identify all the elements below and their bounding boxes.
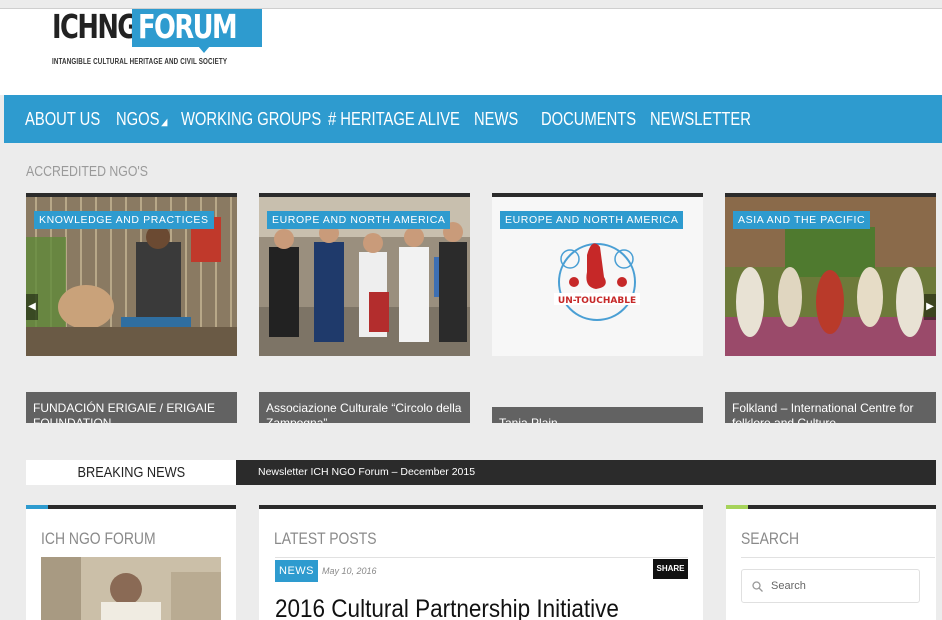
nav-label: NGOS xyxy=(116,109,160,129)
breaking-news-text: BREAKING NEWS xyxy=(77,464,185,481)
ngo-card-title[interactable]: Associazione Culturale “Circolo della Za… xyxy=(259,392,470,423)
panel-accent xyxy=(726,505,748,509)
ngo-card-tag[interactable]: KNOWLEDGE AND PRACTICES xyxy=(34,211,214,229)
ngo-card[interactable]: UN-TOUCHABLE EUROPE AND NORTH AMERICA Ta… xyxy=(492,193,703,423)
main-nav: ABOUT US NGOS ◢ WORKING GROUPS # HERITAGE… xyxy=(4,95,942,143)
nav-item-documents[interactable]: DOCUMENTS xyxy=(541,95,636,143)
search-panel: SEARCH xyxy=(726,505,936,620)
slider-prev-icon[interactable]: ◀ xyxy=(26,294,38,320)
nav-item-about-us[interactable]: ABOUT US xyxy=(25,95,100,143)
ngo-card[interactable]: EUROPE AND NORTH AMERICA Associazione Cu… xyxy=(259,193,470,423)
category-badge[interactable]: NEWS xyxy=(275,560,318,582)
nav-label: WORKING GROUPS xyxy=(181,109,322,129)
divider xyxy=(275,557,688,558)
untouchable-logo-text: UN-TOUCHABLE xyxy=(558,296,636,306)
ngo-card[interactable]: KNOWLEDGE AND PRACTICES FUNDACIÓN ERIGAI… xyxy=(26,193,237,423)
search-icon xyxy=(752,580,763,592)
search-panel-title: SEARCH xyxy=(741,529,800,548)
nav-label: DOCUMENTS xyxy=(541,109,637,129)
ngo-card-title[interactable]: Tanja Plain xyxy=(492,407,703,423)
divider xyxy=(741,557,935,558)
search-box[interactable] xyxy=(741,569,920,603)
site-header: ICHNGO FORUM INTANGIBLE CULTURAL HERITAG… xyxy=(0,9,942,95)
photo-craftsman xyxy=(41,557,221,620)
accredited-section-title: ACCREDITED NGO'S xyxy=(26,163,148,180)
ngo-card-image: EUROPE AND NORTH AMERICA xyxy=(259,193,470,356)
breaking-news-label: BREAKING NEWS xyxy=(26,460,236,485)
ngo-card-image: UN-TOUCHABLE EUROPE AND NORTH AMERICA xyxy=(492,193,703,356)
logo-tagline: INTANGIBLE CULTURAL HERITAGE AND CIVIL S… xyxy=(52,57,228,66)
nav-item-working-groups[interactable]: WORKING GROUPS xyxy=(181,95,321,143)
ngo-card[interactable]: ASIA AND THE PACIFIC Folkland – Internat… xyxy=(725,193,936,423)
ngo-card-title[interactable]: Folkland – International Centre for folk… xyxy=(725,392,936,423)
panel-accent xyxy=(26,505,48,509)
ngo-card-tag[interactable]: EUROPE AND NORTH AMERICA xyxy=(500,211,684,229)
ngo-card-image: KNOWLEDGE AND PRACTICES xyxy=(26,193,237,356)
post-date: May 10, 2016 xyxy=(322,566,377,576)
forum-image[interactable] xyxy=(41,557,221,620)
nav-label: ABOUT US xyxy=(25,109,101,129)
ngo-card-image: ASIA AND THE PACIFIC xyxy=(725,193,936,356)
latest-posts-title: LATEST POSTS xyxy=(274,529,377,548)
post-title[interactable]: 2016 Cultural Partnership Initiative xyxy=(275,595,619,620)
share-button[interactable]: SHARE xyxy=(653,559,688,579)
ngo-card-tag[interactable]: ASIA AND THE PACIFIC xyxy=(733,211,871,229)
forum-panel: ICH NGO FORUM xyxy=(26,505,236,620)
nav-item-newsletter[interactable]: NEWSLETTER xyxy=(650,95,751,143)
caret-down-icon: ◢ xyxy=(161,117,168,128)
logo-text-forum: FORUM xyxy=(138,7,238,46)
nav-label: NEWSLETTER xyxy=(650,109,751,129)
nav-label: NEWS xyxy=(474,109,519,129)
breaking-news-ticker[interactable]: Newsletter ICH NGO Forum – December 2015 xyxy=(236,460,936,485)
nav-item-news[interactable]: NEWS xyxy=(474,95,518,143)
search-input[interactable] xyxy=(771,580,911,592)
ngo-card-title[interactable]: FUNDACIÓN ERIGAIE / ERIGAIE FOUNDATION xyxy=(26,392,237,423)
nav-item-heritage-alive[interactable]: # HERITAGE ALIVE xyxy=(328,95,460,143)
logo-pointer-icon xyxy=(198,46,210,53)
slider-next-icon[interactable]: ▶ xyxy=(924,294,936,320)
nav-item-ngos[interactable]: NGOS ◢ xyxy=(116,95,167,143)
ngo-card-tag[interactable]: EUROPE AND NORTH AMERICA xyxy=(267,211,451,229)
forum-panel-title: ICH NGO FORUM xyxy=(41,529,156,548)
latest-posts-panel: LATEST POSTS NEWS May 10, 2016 SHARE 201… xyxy=(259,505,703,620)
nav-label: # HERITAGE ALIVE xyxy=(328,109,460,129)
